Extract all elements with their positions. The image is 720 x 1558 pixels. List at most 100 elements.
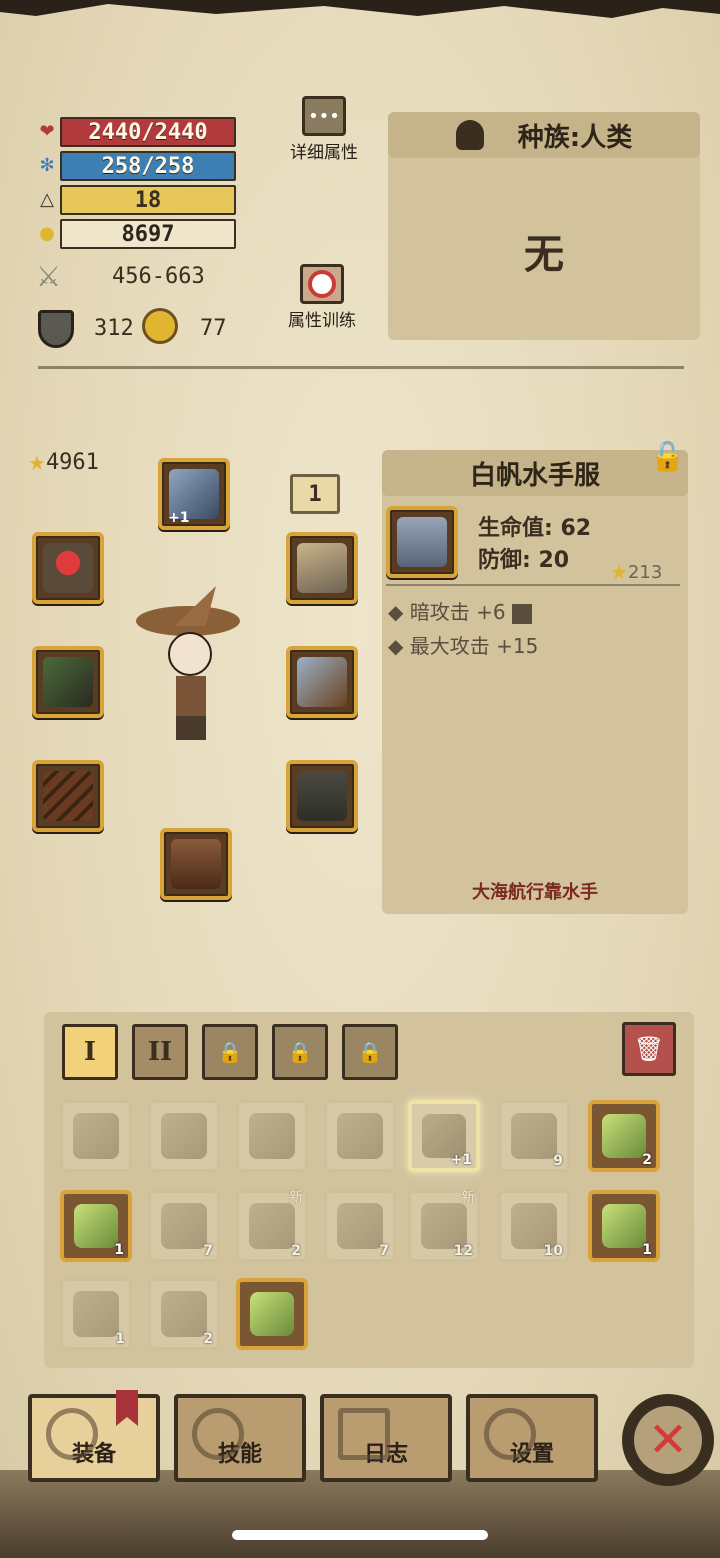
gear-icon — [484, 1408, 536, 1460]
mace-icon — [43, 657, 93, 707]
item-def-stat: 防御: 20 — [478, 548, 570, 573]
sailor-shirt-icon — [397, 517, 447, 567]
inventory-cell[interactable]: 1 — [60, 1190, 132, 1262]
pants-icon — [297, 771, 347, 821]
power-score: ★ 4961 — [28, 450, 99, 475]
item-flavor-text: 大海航行靠水手 — [472, 882, 598, 903]
race-panel: 种族:人类 无 — [388, 112, 700, 340]
item-icon — [74, 1204, 118, 1248]
nav-skills[interactable]: 技能 — [174, 1394, 306, 1482]
attribute-training-label: 属性训练 — [288, 311, 356, 331]
crossed-swords-icon: ⚔ — [36, 260, 62, 293]
item-count: 2 — [291, 1243, 301, 1259]
level-triangle-icon: △ — [40, 189, 54, 210]
target-icon — [300, 264, 344, 304]
inventory-tab-1[interactable]: I — [62, 1024, 118, 1080]
affix-2-text: 最大攻击 +15 — [409, 634, 539, 658]
race-value: 无 — [524, 232, 564, 278]
nav-log[interactable]: 日志 — [320, 1394, 452, 1482]
star-icon: ★ — [610, 560, 628, 584]
affix-1-text: 暗攻击 +6 — [409, 600, 506, 624]
necklace-icon — [297, 543, 347, 593]
mp-bar: 258/258 — [60, 151, 236, 181]
mp-row: ✻ 258/258 — [34, 150, 236, 182]
inventory-cell[interactable]: 7 — [148, 1190, 220, 1262]
inventory-cell[interactable]: 12 新 — [408, 1190, 480, 1262]
trash-button[interactable]: 🗑 — [622, 1022, 676, 1076]
attribute-training-button[interactable]: 属性训练 — [278, 264, 366, 331]
equip-axe-icon — [46, 1408, 98, 1460]
item-count: 12 — [453, 1243, 473, 1259]
trash-icon: 🗑 — [633, 1035, 665, 1063]
home-indicator — [232, 1530, 488, 1540]
weapon-slot[interactable] — [32, 646, 104, 718]
inventory-tab-locked-4[interactable]: 🔒 — [272, 1024, 328, 1080]
item-icon — [73, 1291, 119, 1337]
bracer-slot[interactable] — [32, 760, 104, 832]
inventory-cell[interactable]: 1 — [60, 1278, 132, 1350]
item-title-bar: 白帆水手服 — [382, 450, 688, 496]
detail-attributes-label: 详细属性 — [290, 143, 358, 163]
star-icon: ★ — [28, 450, 46, 475]
inventory-cell[interactable] — [236, 1100, 308, 1172]
armor-icon — [297, 657, 347, 707]
pants-slot[interactable] — [286, 760, 358, 832]
inventory-cell[interactable]: 7 — [324, 1190, 396, 1262]
inventory-cell[interactable] — [324, 1100, 396, 1172]
inventory-cell[interactable]: 2 — [588, 1100, 660, 1172]
item-icon — [161, 1203, 207, 1249]
inventory-cell[interactable]: 2新 — [236, 1190, 308, 1262]
item-icon — [249, 1203, 295, 1249]
armor-slot[interactable] — [286, 646, 358, 718]
item-count: 7 — [379, 1243, 389, 1259]
dots-icon: ••• — [302, 96, 346, 136]
heart-icon: ❤ — [39, 121, 55, 142]
bookmark-icon — [116, 1390, 138, 1426]
amulet-slot[interactable] — [32, 532, 104, 604]
speed-icon — [142, 308, 178, 344]
unlock-icon[interactable]: 🔓 — [650, 440, 686, 480]
inventory-cell[interactable] — [60, 1100, 132, 1172]
affix-2: ◆ 最大攻击 +15 — [388, 634, 539, 658]
inventory-cell[interactable] — [148, 1100, 220, 1172]
gold-row: ● 8697 — [34, 218, 236, 250]
item-icon — [161, 1291, 207, 1337]
boots-slot[interactable] — [160, 828, 232, 900]
item-count: 9 — [553, 1153, 563, 1169]
item-detail-panel: 白帆水手服 🔓 生命值: 62 防御: 20 ★ 213 ◆ 暗攻击 +6 ◆ … — [382, 440, 688, 914]
shield-icon — [38, 310, 74, 348]
level-bar: 18 — [60, 185, 236, 215]
close-button[interactable]: ✕ — [622, 1394, 714, 1486]
detail-attributes-button[interactable]: ••• 详细属性 — [280, 96, 368, 163]
inventory-cell[interactable]: +1 — [408, 1100, 480, 1172]
item-name: 白帆水手服 — [469, 460, 600, 491]
item-hp-stat: 生命值: 62 — [478, 516, 592, 541]
inventory-tab-locked-5[interactable]: 🔒 — [342, 1024, 398, 1080]
inventory-cell[interactable]: 10 — [498, 1190, 570, 1262]
item-icon — [250, 1292, 294, 1336]
item-icon — [602, 1114, 646, 1158]
close-icon: ✕ — [634, 1406, 702, 1474]
inventory-cell[interactable]: 2 — [148, 1278, 220, 1350]
item-icon — [73, 1113, 119, 1159]
nav-equip[interactable]: 装备 — [28, 1390, 160, 1482]
item-count: 2 — [642, 1152, 652, 1168]
power-score-value: 4961 — [45, 450, 99, 475]
attack-speed-value: 77 — [200, 316, 227, 341]
inventory-tab-locked-3[interactable]: 🔒 — [202, 1024, 258, 1080]
item-icon — [337, 1113, 383, 1159]
helmet-slot[interactable]: +1 — [158, 458, 230, 530]
race-title-bar: 种族:人类 — [388, 112, 700, 158]
inventory-tab-2[interactable]: II — [132, 1024, 188, 1080]
inventory-cell[interactable] — [236, 1278, 308, 1350]
bracer-icon — [43, 771, 93, 821]
equip-level-badge[interactable]: 1 — [290, 474, 340, 514]
defense-value: 312 — [94, 316, 134, 341]
inventory-cell[interactable]: 1 — [588, 1190, 660, 1262]
nav-settings[interactable]: 设置 — [466, 1394, 598, 1482]
item-icon — [161, 1113, 207, 1159]
necklace-slot[interactable] — [286, 532, 358, 604]
inventory-cell[interactable]: 9 — [498, 1100, 570, 1172]
item-score: ★ 213 — [610, 560, 662, 584]
item-count: 10 — [543, 1243, 563, 1259]
